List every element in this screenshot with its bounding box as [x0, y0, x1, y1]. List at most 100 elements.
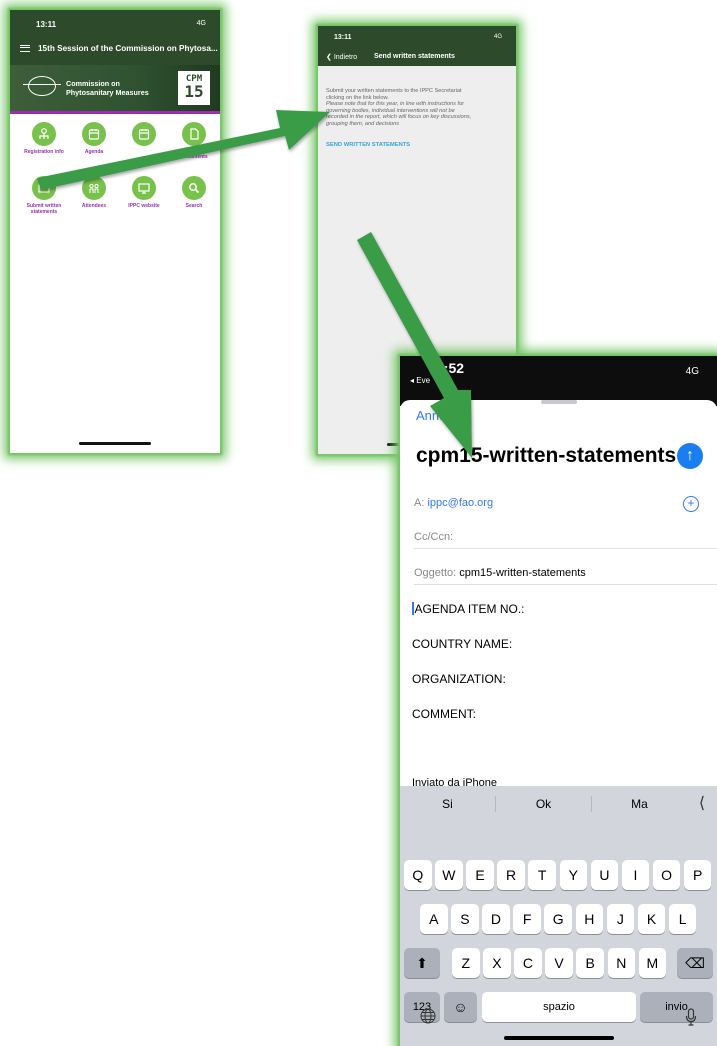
cpm-app-home-screenshot: 13:11 4G 15th Session of the Commission … [10, 10, 220, 453]
people-icon [82, 176, 106, 200]
back-label: Indietro [333, 54, 358, 61]
key-f[interactable]: F [513, 904, 541, 934]
key-p[interactable]: P [683, 860, 712, 890]
status-time: 3:52 [436, 360, 465, 376]
body-line-country[interactable]: COUNTRY NAME: [412, 637, 512, 651]
key-y[interactable]: Y [559, 860, 588, 890]
sheet-grabber[interactable] [540, 400, 577, 404]
key-w[interactable]: W [435, 860, 463, 890]
send-button[interactable]: ↑ [677, 443, 703, 469]
menu-label: IPPC website [128, 203, 160, 209]
menu-item-submit-written-statements[interactable]: Submit written statements [18, 176, 70, 215]
body-line-agenda[interactable]: AGENDA ITEM NO.: [412, 602, 525, 616]
menu-label: Submit written statements [26, 203, 62, 215]
menu-item-agenda[interactable]: Agenda [68, 122, 120, 155]
text-cursor [412, 602, 414, 615]
body-text: AGENDA ITEM NO.: [414, 602, 525, 616]
status-signal: 4G [493, 34, 502, 40]
cancel-button[interactable]: Annulla [416, 408, 459, 423]
signature: Inviato da iPhone [412, 777, 498, 786]
space-key[interactable]: spazio [482, 992, 636, 1022]
app-title: 15th Session of the Commission on Phytos… [38, 44, 218, 53]
note-line: Please note that for this year, in line … [326, 101, 465, 108]
add-contact-icon[interactable]: + [683, 496, 699, 512]
instructions: Submit your written statements to the IP… [326, 88, 508, 128]
cc-field[interactable]: Cc/Ccn: [414, 526, 717, 549]
key-x[interactable]: X [483, 948, 511, 978]
banner-name: Commission on Phytosanitary Measures [66, 79, 149, 97]
key-e[interactable]: E [466, 860, 494, 890]
cc-label: Cc/Ccn: [414, 531, 454, 543]
menu-label: Search [185, 203, 203, 209]
key-n[interactable]: N [607, 948, 636, 978]
key-l[interactable]: L [668, 904, 697, 934]
emoji-icon: ☺ [453, 999, 468, 1015]
menu-item-registration-info[interactable]: Registration info [18, 122, 70, 155]
back-button[interactable]: ❮ Indietro [326, 53, 357, 61]
app-header: 13:11 4G 15th Session of the Commission … [10, 10, 220, 65]
banner-name-line2: Phytosanitary Measures [66, 88, 149, 97]
microphone-icon[interactable] [685, 1008, 697, 1026]
menu-item-search[interactable]: Search [168, 176, 220, 209]
return-key[interactable]: invio [640, 992, 713, 1022]
menu-item-calendar[interactable] [118, 122, 170, 149]
key-h[interactable]: H [575, 904, 604, 934]
globe-icon[interactable] [420, 1008, 436, 1024]
calendar-icon [82, 122, 106, 146]
status-time: 13:11 [334, 34, 352, 41]
chevron-left-icon[interactable]: ⟨ [687, 786, 717, 822]
key-r[interactable]: R [497, 860, 525, 890]
compose-title: cpm15-written-statements [416, 444, 677, 467]
to-label: A: [414, 497, 425, 509]
shift-icon: ⬆ [416, 955, 428, 971]
search-icon [182, 176, 206, 200]
menu-item-documents[interactable]: Documents [168, 122, 220, 160]
backspace-key[interactable]: ⌫ [677, 948, 713, 978]
key-c[interactable]: C [514, 948, 542, 978]
mail-compose-screenshot: 3:52 ◂ Eve 4G Annulla cpm15-written-stat… [400, 356, 717, 1046]
subject-value[interactable]: cpm15-written-statements [459, 567, 586, 579]
suggestion[interactable]: Ok [496, 786, 591, 822]
menu-label: Registration info [24, 149, 64, 155]
menu-item-ippc-website[interactable]: IPPC website [118, 176, 170, 209]
key-o[interactable]: O [652, 860, 681, 890]
key-j[interactable]: J [606, 904, 635, 934]
key-b[interactable]: B [576, 948, 604, 978]
key-v[interactable]: V [545, 948, 573, 978]
key-s[interactable]: S [451, 904, 479, 934]
menu-item-attendees[interactable]: Attendees [68, 176, 120, 209]
key-g[interactable]: G [544, 904, 572, 934]
key-q[interactable]: Q [404, 860, 432, 890]
keyboard: Si Ok Ma ⟨ QWERTYUIOPASDFGHJKLZXCVBNM ⬆ … [400, 786, 717, 1046]
key-u[interactable]: U [590, 860, 619, 890]
to-field[interactable]: A: ippc@fao.org + [414, 492, 717, 514]
body-line-organization[interactable]: ORGANIZATION: [412, 672, 506, 686]
menu-label: Attendees [81, 203, 107, 209]
emoji-key[interactable]: ☺ [444, 992, 477, 1022]
to-recipient[interactable]: ippc@fao.org [427, 497, 493, 509]
body-line-comment[interactable]: COMMENT: [412, 707, 476, 721]
key-z[interactable]: Z [452, 948, 480, 978]
key-m[interactable]: M [638, 948, 667, 978]
menu-icon[interactable] [20, 45, 30, 52]
calendar-icon [132, 122, 156, 146]
note-line: governing bodies, individual interventio… [326, 107, 455, 114]
badge-bottom: 15 [184, 82, 204, 101]
app-header: 13:11 4G ❮ Indietro Send written stateme… [318, 26, 516, 66]
key-d[interactable]: D [482, 904, 510, 934]
person-icon [32, 122, 56, 146]
key-a[interactable]: A [420, 904, 448, 934]
send-written-statements-link[interactable]: SEND WRITTEN STATEMENTS [326, 142, 410, 148]
suggestion[interactable]: Si [400, 786, 495, 822]
suggestion[interactable]: Ma [592, 786, 687, 822]
subject-field[interactable]: Oggetto: cpm15-written-statements [414, 562, 717, 585]
key-t[interactable]: T [528, 860, 556, 890]
arrow-up-icon: ↑ [686, 447, 694, 464]
shift-key[interactable]: ⬆ [404, 948, 440, 978]
back-to-app[interactable]: ◂ Eve [410, 376, 430, 385]
key-i[interactable]: I [621, 860, 650, 890]
key-k[interactable]: K [637, 904, 666, 934]
home-indicator [79, 442, 151, 445]
page-title: Send written statements [374, 53, 455, 60]
subject-label: Oggetto: [414, 567, 457, 579]
